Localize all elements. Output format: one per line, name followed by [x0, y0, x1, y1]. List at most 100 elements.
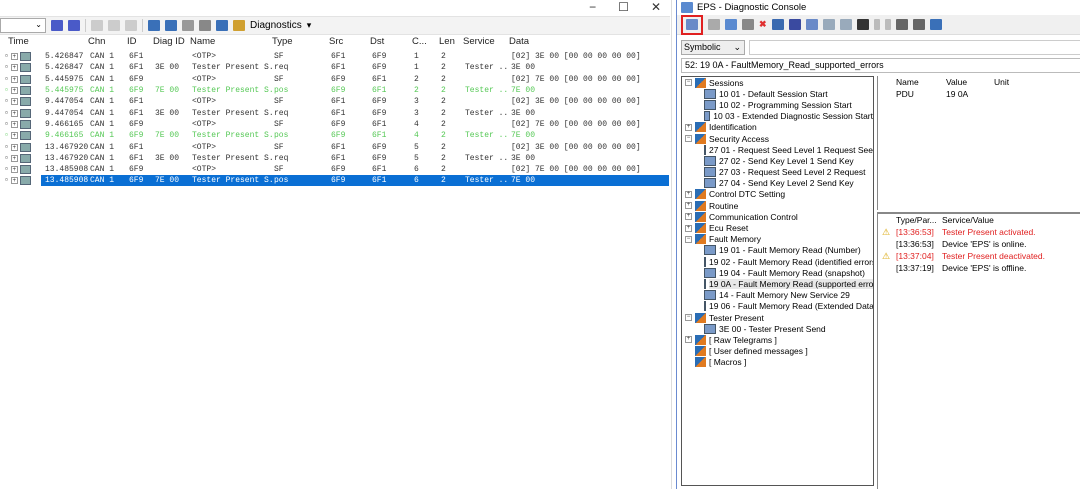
table-row[interactable]: ▫ +5.426847 CAN 1 6F1 <OTP> SF 6F1 6F9 1 2 [02] 3E… — [0, 51, 670, 62]
find-prev-icon[interactable] — [51, 20, 63, 31]
column-header[interactable]: Type — [270, 36, 327, 50]
column-header[interactable]: Data — [507, 36, 667, 50]
column-header[interactable]: ID — [125, 36, 151, 50]
expand-icon[interactable]: + — [685, 123, 692, 131]
screen-icon[interactable] — [771, 19, 784, 30]
binoculars-icon[interactable] — [788, 19, 801, 30]
tree-item[interactable]: + Control DTC Setting — [682, 189, 873, 200]
diagnostics-menu[interactable]: Diagnostics — [250, 20, 302, 31]
expand-icon[interactable]: + — [10, 154, 18, 162]
tree-item[interactable]: 27 01 - Request Seed Level 1 Request See… — [682, 144, 873, 155]
tree-item[interactable]: − Tester Present — [682, 312, 873, 323]
expand-icon[interactable]: + — [10, 143, 18, 151]
table-row[interactable]: ▫ +9.466165 CAN 1 6F9 <OTP> SF 6F9 6F1 4 2 [02] 7E… — [0, 119, 670, 130]
log-row[interactable]: ⚠ [13:36:53] Tester Present activated. — [878, 226, 1080, 238]
tree-item[interactable]: + Ecu Reset — [682, 222, 873, 234]
expand-icon[interactable]: + — [10, 98, 18, 106]
table-row[interactable]: ▫+5.426847CAN 16F13E 00Tester Present S.… — [0, 62, 670, 73]
tree-item[interactable]: + [ Raw Telegrams ] — [682, 334, 873, 345]
color-icon[interactable] — [216, 20, 228, 31]
folder-icon[interactable] — [929, 19, 942, 30]
expand-icon[interactable]: + — [10, 75, 18, 83]
forward-icon[interactable] — [108, 20, 120, 31]
tree-item[interactable]: 19 04 - Fault Memory Read (snapshot) — [682, 267, 873, 278]
table-row[interactable]: ▫ +13.485908 CAN 1 6F9 <OTP> SF 6F9 6F1 6 2 [02] 7… — [0, 164, 670, 175]
column-header[interactable]: C... — [410, 36, 437, 50]
tree-item[interactable]: 3E 00 - Tester Present Send — [682, 323, 873, 334]
column-header[interactable]: Time — [0, 36, 86, 50]
tree-item[interactable]: + Routine — [682, 200, 873, 211]
filter-combo[interactable]: ⌄ — [0, 18, 46, 33]
tree-item[interactable]: 27 03 - Request Seed Level 2 Request — [682, 167, 873, 178]
expand-icon[interactable]: − — [685, 79, 692, 87]
tree-item[interactable]: + Communication Control — [682, 211, 873, 222]
log-row[interactable]: [13:37:19] Device 'EPS' is offline. — [878, 262, 1080, 274]
tree-item[interactable]: − Security Access — [682, 133, 873, 144]
expand-icon[interactable]: + — [10, 64, 18, 72]
column-header[interactable]: Service — [461, 36, 507, 50]
send-icon[interactable] — [725, 19, 737, 30]
expand-icon[interactable]: + — [685, 202, 692, 210]
expand-icon[interactable]: + — [10, 166, 18, 174]
doc1-icon[interactable] — [805, 19, 818, 30]
maximize-icon[interactable]: ☐ — [618, 0, 629, 14]
stop-icon[interactable] — [873, 19, 880, 30]
expand-icon[interactable]: + — [685, 224, 692, 232]
column-header[interactable]: Len — [437, 36, 461, 50]
expand-icon[interactable]: + — [10, 87, 18, 95]
tree-item[interactable]: 19 06 - Fault Memory Read (Extended Data… — [682, 301, 873, 312]
tree-item[interactable]: 10 02 - Programming Session Start — [682, 99, 873, 110]
expand-icon[interactable]: + — [685, 213, 692, 221]
table-row[interactable]: ▫+9.466165CAN 16F97E 00Tester Present S.… — [0, 130, 670, 141]
minimize-icon[interactable]: − — [589, 0, 596, 14]
pause-icon[interactable] — [884, 19, 891, 30]
table-row[interactable]: ▫ +13.485908 CAN 1 6F9 7E 00 Tester Present S… — [0, 175, 670, 187]
column-header[interactable]: Name — [188, 36, 270, 50]
expand-icon[interactable]: + — [10, 120, 18, 128]
column-header[interactable]: Dst — [368, 36, 410, 50]
expand-icon[interactable]: + — [685, 336, 692, 344]
expand-icon[interactable]: − — [685, 135, 692, 143]
table-row[interactable]: ▫+9.447054CAN 16F13E 00Tester Present S.… — [0, 107, 670, 118]
tree-item[interactable]: 19 02 - Fault Memory Read (identified er… — [682, 256, 873, 267]
expand-icon[interactable]: + — [10, 177, 18, 185]
highlighted-button[interactable] — [681, 14, 703, 35]
log-row[interactable]: [13:36:53] Device 'EPS' is online. — [878, 238, 1080, 250]
tree-item[interactable]: − Fault Memory — [682, 234, 873, 245]
copy-icon[interactable] — [708, 19, 720, 30]
back-icon[interactable] — [91, 20, 103, 31]
panel2-icon[interactable] — [912, 19, 925, 30]
view-icon[interactable] — [165, 20, 177, 31]
tree-item[interactable]: 14 - Fault Memory New Service 29 — [682, 290, 873, 301]
expand-icon[interactable]: + — [685, 190, 692, 198]
mode-select[interactable]: Symbolic ⌄ — [681, 40, 745, 55]
table-row[interactable]: ▫ +13.467920 CAN 1 6F1 <OTP> SF 6F1 6F9 5 2 [02] 3… — [0, 141, 670, 152]
tree-item[interactable]: 19 01 - Fault Memory Read (Number) — [682, 245, 873, 256]
tree-item[interactable]: + Identification — [682, 122, 873, 133]
tree-item[interactable]: 27 04 - Send Key Level 2 Send Key — [682, 178, 873, 189]
expand-icon[interactable] — [685, 359, 692, 366]
table-row[interactable]: ▫ +13.467920 CAN 1 6F1 3E 00 Tester Present S… — [0, 153, 670, 164]
symbolic-input[interactable] — [749, 40, 1080, 55]
expand-icon[interactable]: + — [10, 132, 18, 140]
find-next-icon[interactable] — [68, 20, 80, 31]
expand-icon[interactable] — [685, 348, 692, 355]
tree-item[interactable]: [ Macros ] — [682, 357, 873, 368]
marker-icon[interactable] — [125, 20, 137, 31]
log-row[interactable]: ⚠ [13:37:04] Tester Present deactivated. — [878, 250, 1080, 262]
tree-item[interactable]: 27 02 - Send Key Level 1 Send Key — [682, 155, 873, 166]
record-icon[interactable] — [856, 19, 869, 30]
doc2-icon[interactable] — [822, 19, 835, 30]
param-row[interactable]: PDU 19 0A — [878, 88, 1080, 100]
expand-icon[interactable]: + — [10, 109, 18, 117]
doc3-icon[interactable] — [839, 19, 852, 30]
table-row[interactable]: ▫ +9.447054 CAN 1 6F1 <OTP> SF 6F1 6F9 3 2 [02] 3E… — [0, 96, 670, 107]
tree-item[interactable]: 19 0A - Fault Memory Read (supported err… — [682, 278, 873, 289]
font-icon[interactable] — [199, 20, 211, 31]
column-header[interactable]: Chn — [86, 36, 125, 50]
expand-icon[interactable]: + — [10, 53, 18, 61]
column-header[interactable]: Diag ID — [151, 36, 188, 50]
tree-item[interactable]: 10 01 - Default Session Start — [682, 88, 873, 99]
table-row[interactable]: ▫ +5.445975 CAN 1 6F9 <OTP> SF 6F9 6F1 2 2 [02] 7E… — [0, 74, 670, 85]
tree-item[interactable]: 10 03 - Extended Diagnostic Session Star… — [682, 111, 873, 122]
